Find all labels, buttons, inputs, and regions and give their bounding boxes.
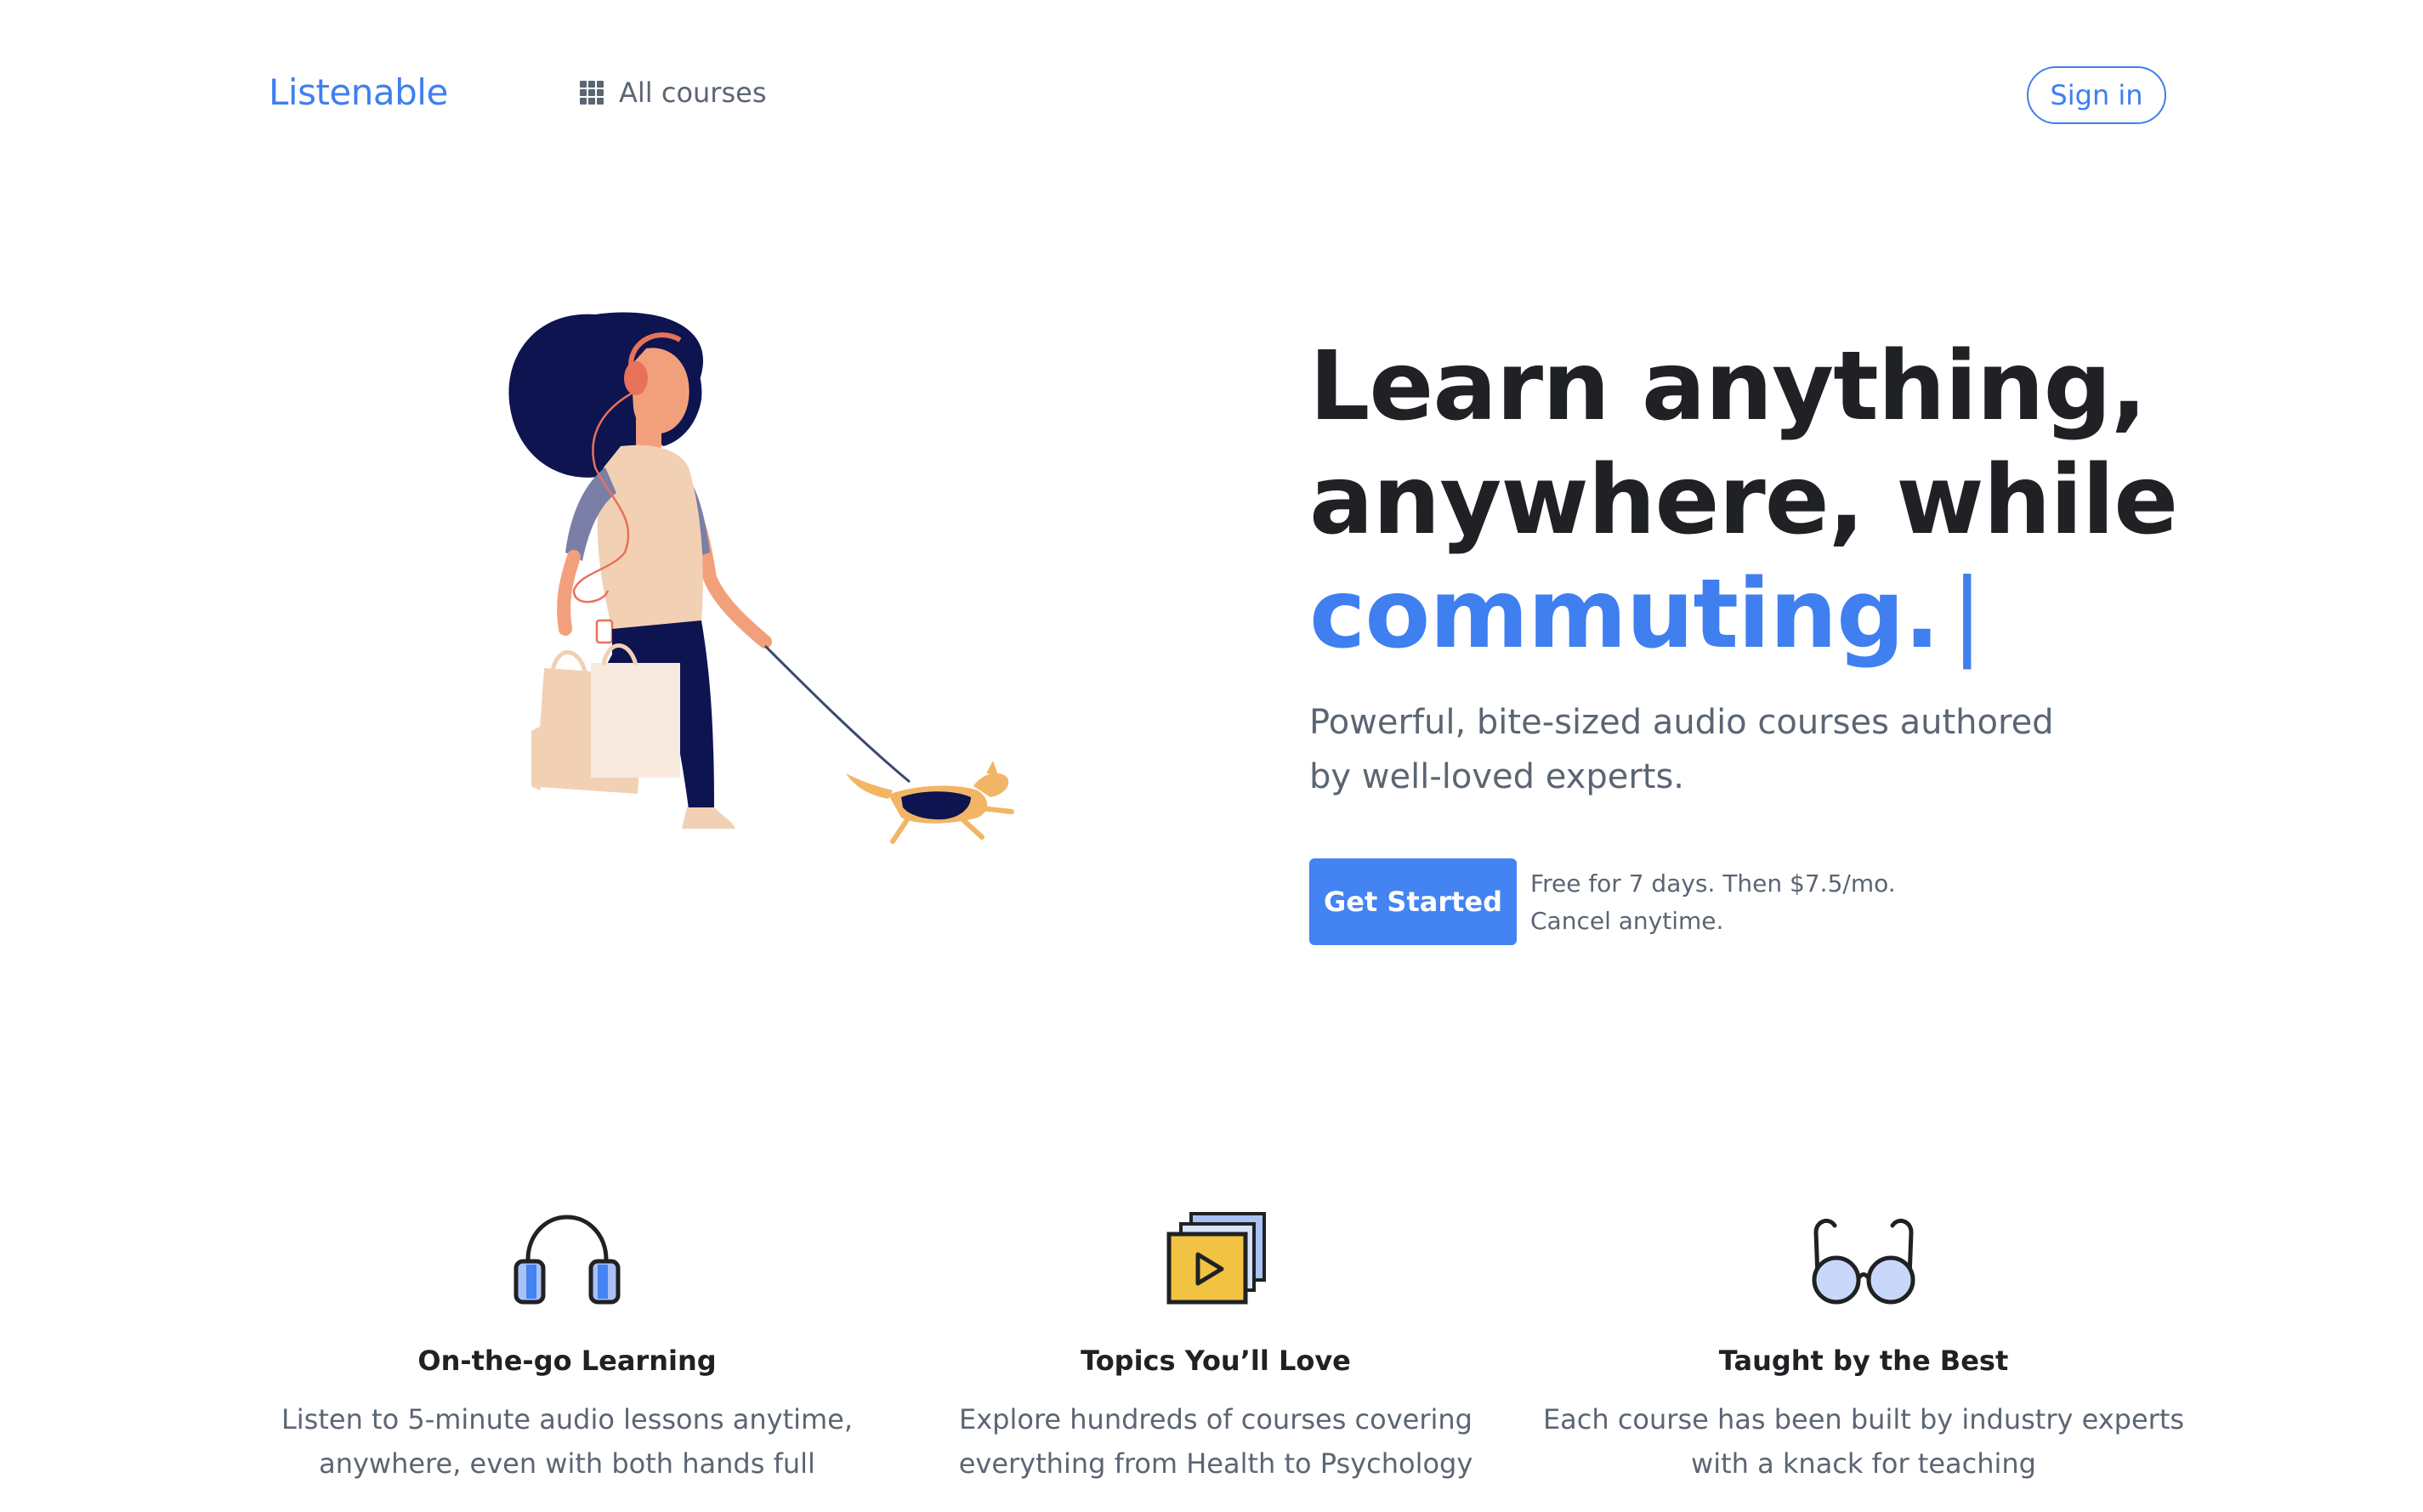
pricing-note-line-2: Cancel anytime. <box>1530 907 1724 935</box>
typing-cursor: | <box>1950 559 1983 670</box>
get-started-button[interactable]: Get Started <box>1309 858 1517 945</box>
feature-taught-by-best: Taught by the Best Each course has been … <box>1541 1207 2187 1486</box>
headphones-icon <box>514 1215 621 1305</box>
hero-headline: Learn anything, anywhere, while commutin… <box>1309 330 2178 671</box>
feature-desc-line: Each course has been built by industry e… <box>1542 1403 2185 1436</box>
feature-description: Explore hundreds of courses covering eve… <box>893 1397 1539 1486</box>
feature-desc-line: Explore hundreds of courses covering <box>959 1403 1473 1436</box>
feature-desc-line: Listen to 5-minute audio lessons anytime… <box>281 1403 854 1436</box>
logo[interactable]: Listenable <box>269 71 448 113</box>
headline-line-1: Learn anything, <box>1309 331 2147 442</box>
hero-subheadline: Powerful, bite-sized audio courses autho… <box>1309 703 2054 796</box>
sign-in-button[interactable]: Sign in <box>2027 66 2166 124</box>
feature-desc-line: everything from Health to Psychology <box>958 1447 1473 1480</box>
feature-desc-line: anywhere, even with both hands full <box>319 1447 815 1480</box>
all-courses-label: All courses <box>619 76 767 109</box>
glasses-icon <box>1812 1218 1915 1305</box>
feature-title: Topics You’ll Love <box>1081 1345 1351 1377</box>
headline-line-2: anywhere, while <box>1309 445 2178 556</box>
headline-highlight: commuting. <box>1309 559 1940 670</box>
feature-topics: Topics You’ll Love Explore hundreds of c… <box>893 1207 1539 1486</box>
feature-title: Taught by the Best <box>1718 1345 2009 1377</box>
feature-title: On-the-go Learning <box>417 1345 717 1377</box>
feature-description: Listen to 5-minute audio lessons anytime… <box>244 1397 890 1486</box>
headline-line-3: commuting. | <box>1309 558 2177 671</box>
feature-desc-line: with a knack for teaching <box>1691 1447 2036 1480</box>
video-stack-icon <box>1166 1212 1266 1305</box>
pricing-note-line-1: Free for 7 days. Then $7.5/mo. <box>1530 869 1896 898</box>
grid-icon <box>580 81 604 105</box>
all-courses-link[interactable]: All courses <box>580 76 766 109</box>
pricing-note: Free for 7 days. Then $7.5/mo. Cancel an… <box>1530 865 1896 940</box>
hero-illustration <box>508 312 1014 844</box>
feature-description: Each course has been built by industry e… <box>1541 1397 2187 1486</box>
feature-on-the-go: On-the-go Learning Listen to 5-minute au… <box>244 1207 890 1486</box>
